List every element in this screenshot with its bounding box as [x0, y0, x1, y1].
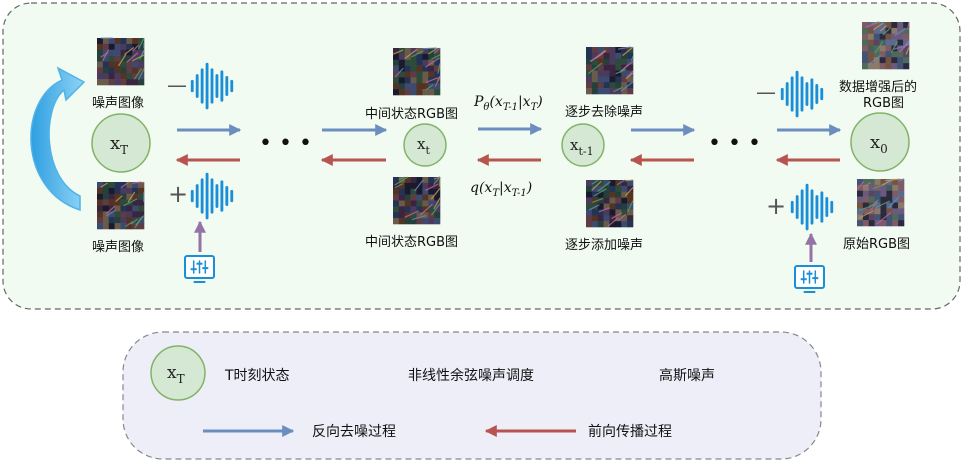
augmented-image — [862, 21, 910, 70]
label-augmented-1: 数据增强后的 — [839, 79, 917, 95]
label-noise-top: 噪声图像 — [92, 96, 144, 111]
legend-schedule-label: 非线性余弦噪声调度 — [408, 367, 534, 384]
mid-image-bottom — [393, 176, 441, 225]
minus-sign-left: — — [167, 73, 187, 97]
add-noise-image — [586, 179, 634, 228]
original-image — [856, 178, 905, 227]
denoise-image — [586, 46, 634, 95]
noise-schedule-icon-right — [794, 265, 825, 293]
legend-state-node: xT — [150, 345, 206, 401]
node-x-T: xT — [91, 113, 151, 173]
ellipsis-left: • • • — [259, 131, 312, 156]
minus-sign-right: — — [756, 80, 776, 104]
legend-state-label: T时刻状态 — [224, 368, 290, 384]
noise-image-top — [97, 37, 145, 86]
legend-forward-label: 前向传播过程 — [588, 423, 672, 440]
label-noise-bottom: 噪声图像 — [92, 240, 144, 255]
plus-sign-right: + — [766, 192, 786, 220]
label-original: 原始RGB图 — [843, 237, 910, 252]
diffusion-diagram: xT xt xt-1 x0 • • • • • • Pθ(xT-1|xT) q(… — [2, 2, 961, 460]
label-mid-top: 中间状态RGB图 — [365, 107, 458, 122]
label-mid-bottom: 中间状态RGB图 — [365, 235, 458, 250]
legend-panel — [122, 331, 822, 460]
legend-reverse-label: 反向去噪过程 — [312, 424, 396, 440]
ellipsis-right: • • • — [708, 131, 761, 156]
node-x-t-minus-1: xt-1 — [561, 123, 605, 167]
node-x-t: xt — [403, 123, 447, 167]
label-denoise-step: 逐步去除噪声 — [565, 105, 643, 120]
node-x-0: x0 — [850, 112, 910, 172]
noise-schedule-icon-left — [184, 255, 215, 283]
legend-gaussian-label: 高斯噪声 — [659, 367, 715, 384]
plus-sign-left: + — [168, 180, 188, 208]
mid-image-top — [392, 47, 441, 96]
label-add-noise-step: 逐步添加噪声 — [565, 238, 643, 253]
label-augmented-2: RGB图 — [863, 96, 904, 111]
noise-image-bottom — [97, 181, 145, 230]
